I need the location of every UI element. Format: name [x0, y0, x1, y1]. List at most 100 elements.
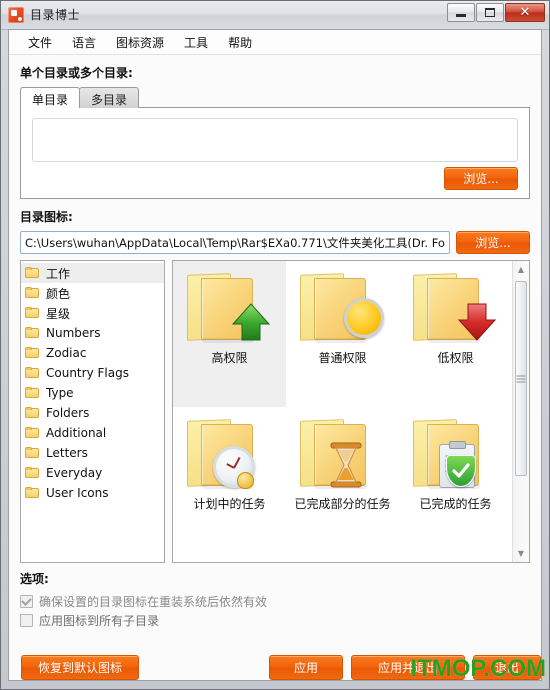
tree-item-type[interactable]: Type [21, 383, 164, 403]
exit-button[interactable]: 退出 [473, 655, 541, 680]
checkbox-checked-icon[interactable] [20, 595, 33, 608]
tab-single-directory[interactable]: 单目录 [20, 87, 81, 108]
apply-and-exit-button[interactable]: 应用并退出 [351, 655, 465, 680]
scroll-up-icon[interactable]: ▲ [513, 261, 529, 278]
tree-item-star[interactable]: 星级 [21, 303, 164, 323]
minimize-button[interactable] [447, 3, 475, 22]
bell-icon [237, 472, 255, 489]
browse-directory-button[interactable]: 浏览... [444, 167, 518, 190]
red-down-arrow-icon [455, 300, 499, 344]
tab-multi-directory[interactable]: 多目录 [79, 87, 140, 108]
folder-graphic [296, 416, 388, 494]
scrollbar-thumb[interactable] [515, 281, 527, 476]
tree-item-country-flags[interactable]: Country Flags [21, 363, 164, 383]
tree-item-label: Numbers [46, 326, 101, 340]
apply-button[interactable]: 应用 [269, 655, 343, 680]
title-left-group: 目录博士 [8, 6, 80, 23]
menu-language[interactable]: 语言 [63, 31, 105, 54]
clipboard-check-icon [439, 441, 477, 488]
close-icon: ✕ [519, 5, 531, 20]
category-tree[interactable]: 工作 颜色 星级 Numbers Zodiac Country Flags Ty… [20, 260, 165, 563]
tree-item-label: Letters [46, 446, 88, 460]
menu-icon-resources[interactable]: 图标资源 [107, 31, 173, 54]
close-button[interactable]: ✕ [505, 3, 545, 22]
tree-item-label: Zodiac [46, 346, 87, 360]
tree-item-letters[interactable]: Letters [21, 443, 164, 463]
tree-item-label: 颜色 [46, 286, 71, 301]
tree-item-label: Everyday [46, 466, 103, 480]
tree-item-additional[interactable]: Additional [21, 423, 164, 443]
tree-item-everyday[interactable]: Everyday [21, 463, 164, 483]
icon-cell-partially-completed-task[interactable]: 已完成部分的任务 [286, 407, 399, 553]
tree-item-user-icons[interactable]: User Icons [21, 483, 164, 503]
folder-graphic [296, 270, 388, 348]
tree-item-label: 星级 [46, 306, 71, 321]
icon-path-input[interactable] [20, 231, 450, 254]
icon-label: 低权限 [437, 351, 474, 365]
scrollbar-grip-icon [516, 373, 526, 384]
option-label: 应用图标到所有子目录 [39, 614, 160, 628]
yellow-circle-icon [344, 298, 385, 338]
options-section: 选项: 确保设置的目录图标在重装系统后依然有效 应用图标到所有子目录 [20, 570, 530, 630]
menu-tools[interactable]: 工具 [175, 31, 217, 54]
title-bar: 目录博士 ✕ [1, 1, 549, 30]
icon-cell-high-permission[interactable]: 高权限 [173, 261, 286, 407]
menu-bar: 文件 语言 图标资源 工具 帮助 [9, 30, 541, 55]
icon-cell-partial[interactable] [286, 553, 399, 562]
icon-cell-completed-task[interactable]: 已完成的任务 [399, 407, 512, 553]
icon-cell-partial[interactable] [399, 553, 512, 562]
tree-item-label: Type [46, 386, 74, 400]
icon-grid-panel: 高权限 普通权限 低权限 计划中的任务 已完成部分的任务 已完成的任务 ▲ ▼ [172, 260, 530, 563]
checkbox-unchecked-icon[interactable] [20, 614, 33, 627]
tree-item-color[interactable]: 颜色 [21, 283, 164, 303]
icon-cell-planned-task[interactable]: 计划中的任务 [173, 407, 286, 553]
icon-cell-low-permission[interactable]: 低权限 [399, 261, 512, 407]
browse-icon-button[interactable]: 浏览... [456, 231, 530, 254]
green-check-shield-icon [446, 455, 477, 487]
scroll-down-icon[interactable]: ▼ [513, 545, 529, 562]
icon-cell-partial[interactable] [173, 553, 286, 562]
folder-graphic [183, 270, 275, 348]
footer-buttons: 恢复到默认图标 应用 应用并退出 退出 [18, 655, 541, 680]
folder-icon [25, 487, 40, 499]
menu-file[interactable]: 文件 [19, 31, 61, 54]
hourglass-icon [328, 442, 364, 488]
icon-cell-normal-permission[interactable]: 普通权限 [286, 261, 399, 407]
icon-path-row: 浏览... [20, 231, 530, 254]
icon-label: 计划中的任务 [193, 497, 266, 511]
tree-item-zodiac[interactable]: Zodiac [21, 343, 164, 363]
icon-grid: 高权限 普通权限 低权限 计划中的任务 已完成部分的任务 已完成的任务 [173, 261, 512, 562]
tree-item-label: Additional [46, 426, 107, 440]
directory-input[interactable] [32, 118, 518, 162]
icon-grid-scrollbar[interactable]: ▲ ▼ [512, 261, 529, 562]
folder-icon [25, 287, 40, 299]
directory-tab-panel: 浏览... [20, 107, 530, 199]
tree-item-label: Folders [46, 406, 90, 420]
folder-icon [25, 427, 40, 439]
folder-icon [25, 307, 40, 319]
option-persist-icon[interactable]: 确保设置的目录图标在重装系统后依然有效 [20, 592, 530, 611]
icon-label: 高权限 [211, 351, 248, 365]
maximize-button[interactable] [476, 3, 504, 22]
folder-graphic [409, 416, 501, 494]
window-controls: ✕ [447, 3, 545, 22]
tree-item-label: 工作 [46, 266, 71, 281]
folder-icon [25, 367, 40, 379]
menu-help[interactable]: 帮助 [219, 31, 261, 54]
app-window: 目录博士 ✕ 文件 语言 图标资源 工具 帮助 单个目录或多个目录: 单目录 多… [0, 0, 550, 690]
icon-browser-split: 工作 颜色 星级 Numbers Zodiac Country Flags Ty… [20, 260, 530, 563]
tree-item-work[interactable]: 工作 [21, 263, 164, 283]
folder-icon [25, 407, 40, 419]
folder-graphic [409, 270, 501, 348]
option-apply-subfolders[interactable]: 应用图标到所有子目录 [20, 611, 530, 630]
restore-default-icon-button[interactable]: 恢复到默认图标 [21, 655, 139, 680]
app-folder-icon [8, 6, 24, 23]
tree-item-numbers[interactable]: Numbers [21, 323, 164, 343]
body-area: 单个目录或多个目录: 单目录 多目录 浏览... 目录图标: 浏览... [9, 64, 541, 680]
tree-item-folders[interactable]: Folders [21, 403, 164, 423]
window-title: 目录博士 [30, 8, 81, 22]
directory-tabs: 单目录 多目录 [20, 87, 532, 108]
icon-section-label: 目录图标: [20, 210, 73, 224]
green-up-arrow-icon [229, 300, 273, 344]
alarm-clock-icon [213, 446, 256, 489]
